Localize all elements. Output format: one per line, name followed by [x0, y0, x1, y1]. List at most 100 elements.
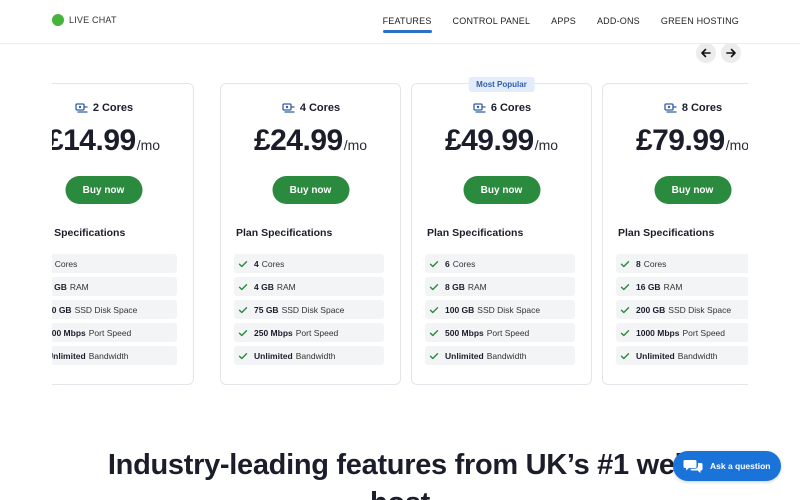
- cpu-icon: [74, 102, 88, 114]
- spec-value: 200 GB: [636, 304, 666, 315]
- spec-item: Unlimited Bandwidth: [234, 346, 384, 365]
- cpu-icon: [663, 102, 677, 114]
- price-period: /mo: [343, 137, 368, 153]
- spec-label: Cores: [452, 258, 476, 269]
- spec-label: Bandwidth: [88, 350, 129, 361]
- spec-list: 4 Cores 4 GB RAM 75 GB SSD Disk Space 25…: [234, 254, 384, 369]
- plan-title: 2 Cores: [52, 102, 193, 114]
- check-icon: [620, 351, 630, 361]
- top-nav-bar: LIVE CHAT FEATURES CONTROL PANEL APPS AD…: [0, 0, 800, 44]
- spec-value: 4: [254, 258, 259, 269]
- spec-label: RAM: [467, 281, 487, 292]
- price-period: /mo: [534, 137, 559, 153]
- buy-now-button[interactable]: Buy now: [463, 176, 540, 204]
- features-heading-line1: Industry-leading features from UK’s #1 w…: [107, 449, 693, 481]
- spec-item: 16 GB RAM: [616, 277, 748, 296]
- spec-item: 1000 Mbps Port Speed: [616, 323, 748, 342]
- nav-control-panel[interactable]: CONTROL PANEL: [453, 16, 531, 31]
- most-popular-badge: Most Popular: [468, 77, 535, 92]
- plan-name: 2 Cores: [92, 102, 134, 114]
- ask-question-label: Ask a question: [710, 461, 771, 471]
- spec-value: 100 Mbps: [52, 327, 86, 338]
- price-amount: £79.99: [635, 124, 725, 157]
- spec-label: Port Speed: [295, 327, 339, 338]
- spec-label: Bandwidth: [486, 350, 527, 361]
- live-chat-link[interactable]: LIVE CHAT: [52, 14, 117, 26]
- plan-price: £24.99 /mo: [221, 124, 400, 158]
- spec-value: Unlimited: [445, 350, 484, 361]
- buy-now-button[interactable]: Buy now: [272, 176, 349, 204]
- spec-item: 4 Cores: [234, 254, 384, 273]
- spec-label: RAM: [276, 281, 296, 292]
- spec-label: Cores: [261, 258, 285, 269]
- price-period: /mo: [136, 137, 161, 153]
- plan-card: 4 Cores £24.99 /mo Buy now Plan Specific…: [220, 83, 401, 385]
- nav-add-ons[interactable]: ADD-ONS: [597, 16, 640, 31]
- spec-value: 500 Mbps: [445, 327, 484, 338]
- spec-heading: Plan Specifications: [236, 227, 333, 239]
- spec-heading: Plan Specifications: [618, 227, 715, 239]
- plan-card: 2 Cores £14.99 /mo Buy now Plan Specific…: [52, 83, 194, 385]
- check-icon: [429, 328, 439, 338]
- buy-now-button[interactable]: Buy now: [65, 176, 142, 204]
- spec-value: 6: [445, 258, 450, 269]
- spec-label: SSD Disk Space: [477, 304, 541, 315]
- spec-value: Unlimited: [52, 350, 86, 361]
- spec-item: 200 GB SSD Disk Space: [616, 300, 748, 319]
- check-icon: [429, 351, 439, 361]
- spec-item: Unlimited Bandwidth: [616, 346, 748, 365]
- cpu-icon: [472, 102, 486, 114]
- spec-item: Unlimited Bandwidth: [52, 346, 177, 365]
- check-icon: [238, 328, 248, 338]
- spec-value: 100 GB: [445, 304, 475, 315]
- plan-card: 8 Cores £79.99 /mo Buy now Plan Specific…: [602, 83, 748, 385]
- spec-item: 100 Mbps Port Speed: [52, 323, 177, 342]
- nav-features[interactable]: FEATURES: [382, 16, 432, 33]
- spec-item: 500 Mbps Port Speed: [425, 323, 575, 342]
- check-icon: [238, 282, 248, 292]
- check-icon: [429, 282, 439, 292]
- spec-label: Cores: [54, 258, 78, 269]
- spec-item: 100 GB SSD Disk Space: [425, 300, 575, 319]
- spec-heading: Plan Specifications: [427, 227, 524, 239]
- price-amount: £14.99: [52, 124, 136, 157]
- spec-item: 2 GB RAM: [52, 277, 177, 296]
- spec-item: 2 Cores: [52, 254, 177, 273]
- spec-item: 75 GB SSD Disk Space: [234, 300, 384, 319]
- spec-label: SSD Disk Space: [281, 304, 345, 315]
- spec-label: Port Speed: [88, 327, 132, 338]
- plan-title: 6 Cores: [412, 102, 591, 114]
- spec-value: 8 GB: [445, 281, 465, 292]
- ask-question-button[interactable]: Ask a question: [673, 451, 781, 481]
- spec-item: Unlimited Bandwidth: [425, 346, 575, 365]
- spec-label: RAM: [69, 281, 89, 292]
- check-icon: [429, 305, 439, 315]
- check-icon: [238, 351, 248, 361]
- plans-carousel: 2 Cores £14.99 /mo Buy now Plan Specific…: [52, 70, 748, 400]
- spec-label: Bandwidth: [295, 350, 336, 361]
- check-icon: [620, 259, 630, 269]
- nav-green-hosting[interactable]: GREEN HOSTING: [661, 16, 739, 31]
- carousel-prev-button[interactable]: [696, 43, 716, 63]
- main-nav: FEATURES CONTROL PANEL APPS ADD-ONS GREE…: [382, 16, 739, 33]
- plan-price: £49.99 /mo: [412, 124, 591, 158]
- check-icon: [238, 259, 248, 269]
- spec-value: Unlimited: [254, 350, 293, 361]
- check-icon: [429, 259, 439, 269]
- spec-value: 4 GB: [254, 281, 274, 292]
- check-icon: [620, 305, 630, 315]
- cpu-icon: [281, 102, 295, 114]
- check-icon: [620, 282, 630, 292]
- live-chat-label: LIVE CHAT: [69, 15, 117, 25]
- buy-now-button[interactable]: Buy now: [654, 176, 731, 204]
- carousel-next-button[interactable]: [721, 43, 741, 63]
- spec-value: 8: [636, 258, 641, 269]
- plan-price: £14.99 /mo: [52, 124, 193, 158]
- price-amount: £24.99: [253, 124, 343, 157]
- nav-apps[interactable]: APPS: [551, 16, 576, 31]
- spec-item: 50 GB SSD Disk Space: [52, 300, 177, 319]
- spec-value: Unlimited: [636, 350, 675, 361]
- spec-item: 250 Mbps Port Speed: [234, 323, 384, 342]
- spec-item: 4 GB RAM: [234, 277, 384, 296]
- spec-label: Cores: [643, 258, 667, 269]
